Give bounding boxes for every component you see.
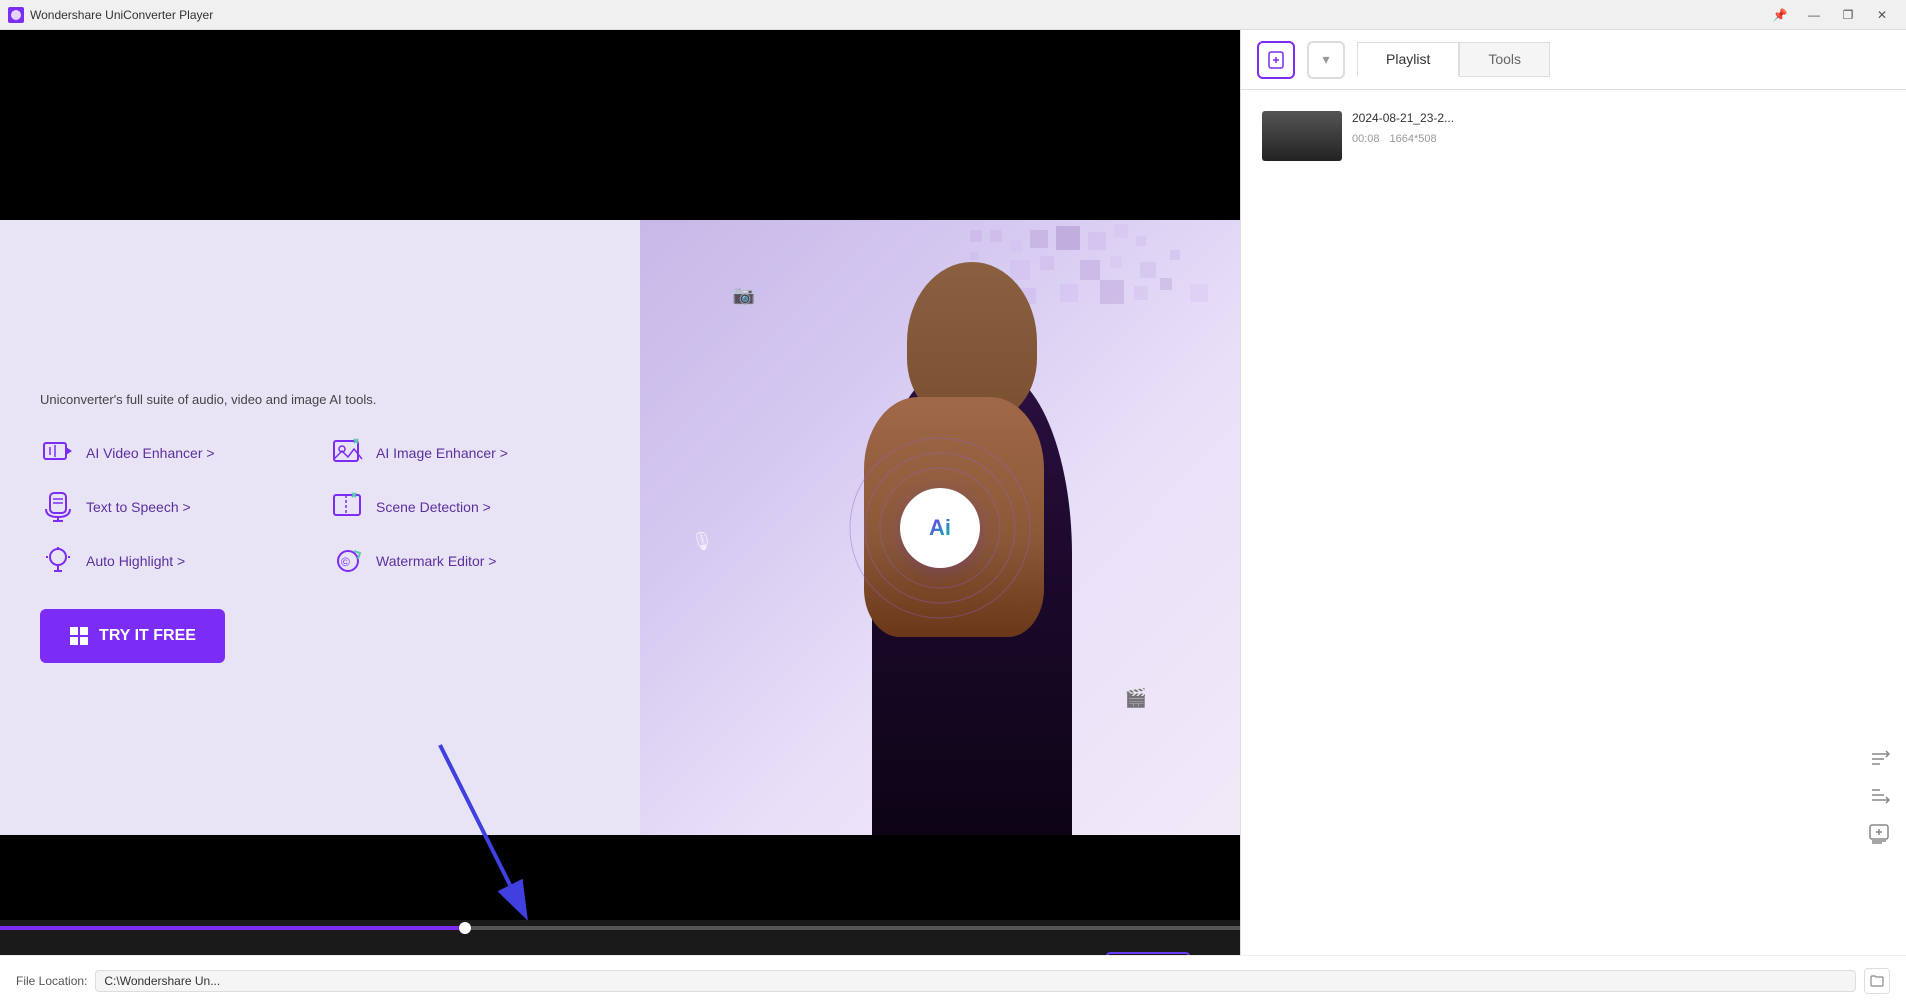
windows-icon (69, 626, 89, 646)
image-enhancer-icon (330, 435, 366, 471)
window-controls: 📌 — ❐ ✕ (1764, 4, 1898, 26)
folder-icon (1870, 974, 1884, 988)
title-bar: Wondershare UniConverter Player 📌 — ❐ ✕ (0, 0, 1906, 30)
ai-promo-subtitle: Uniconverter's full suite of audio, vide… (40, 392, 600, 407)
minimize-button[interactable]: — (1798, 4, 1830, 26)
file-location-value: C:\Wondershare Un... (95, 970, 1856, 992)
add-file-icon (1266, 50, 1286, 70)
progress-bar-track (0, 926, 1240, 930)
add-media-icon (1868, 823, 1890, 845)
add-media-button[interactable] (1868, 823, 1890, 845)
playlist-item-resolution: 1664*508 (1390, 133, 1437, 145)
right-panel-header: ▾ Playlist Tools (1241, 30, 1906, 90)
playlist-item-meta: 00:08 1664*508 (1352, 133, 1885, 145)
video-enhancer-icon (40, 435, 76, 471)
try-free-button[interactable]: TRY IT FREE (40, 609, 225, 663)
scene-detection-icon (330, 489, 366, 525)
image-enhancer-label: AI Image Enhancer > (376, 445, 508, 461)
video-top-region (0, 30, 1240, 220)
watermark-editor-label: Watermark Editor > (376, 553, 496, 569)
sort-asc-button[interactable] (1870, 749, 1890, 769)
file-location-browse-button[interactable] (1864, 968, 1890, 994)
app-title: Wondershare UniConverter Player (30, 8, 213, 22)
ai-promo-content: Uniconverter's full suite of audio, vide… (0, 220, 640, 835)
playlist-item-info: 2024-08-21_23-2... 00:08 1664*508 (1352, 111, 1885, 145)
add-file-button[interactable] (1257, 41, 1295, 79)
tab-playlist[interactable]: Playlist (1357, 42, 1459, 77)
right-panel-content: 2024-08-21_23-2... 00:08 1664*508 (1241, 90, 1906, 1005)
ai-logo-text: Ai (929, 515, 951, 541)
svg-text:©: © (341, 555, 350, 569)
progress-thumb (459, 922, 471, 934)
watermark-editor-icon: © (330, 543, 366, 579)
video-area: Uniconverter's full suite of audio, vide… (0, 30, 1240, 1005)
tab-tools[interactable]: Tools (1459, 42, 1550, 77)
title-bar-left: Wondershare UniConverter Player (8, 7, 213, 23)
playlist-item-name: 2024-08-21_23-2... (1352, 111, 1885, 127)
ai-promo-image: Ai (640, 220, 1240, 835)
progress-bar-container[interactable] (0, 920, 1240, 938)
playlist-item[interactable]: 2024-08-21_23-2... 00:08 1664*508 (1253, 102, 1894, 170)
ai-tool-image-enhancer[interactable]: AI Image Enhancer > (330, 435, 600, 471)
maximize-button[interactable]: ❐ (1832, 4, 1864, 26)
sort-desc-button[interactable] (1870, 785, 1890, 805)
ai-tool-auto-highlight[interactable]: Auto Highlight > (40, 543, 310, 579)
video-enhancer-label: AI Video Enhancer > (86, 445, 215, 461)
right-panel-footer: File Location: C:\Wondershare Un... (0, 955, 1906, 1005)
add-media-button-area (1868, 823, 1890, 845)
right-panel-tools (1870, 749, 1890, 805)
ai-tool-text-to-speech[interactable]: Text to Speech > (40, 489, 310, 525)
ai-tool-scene-detection[interactable]: Scene Detection > (330, 489, 600, 525)
dropdown-button[interactable]: ▾ (1307, 41, 1345, 79)
ai-logo-circle: Ai (900, 488, 980, 568)
ai-tool-watermark-editor[interactable]: © Watermark Editor > (330, 543, 600, 579)
scene-detection-label: Scene Detection > (376, 499, 491, 515)
ai-tool-video-enhancer[interactable]: AI Video Enhancer > (40, 435, 310, 471)
pin-button[interactable]: 📌 (1764, 4, 1796, 26)
header-tabs: Playlist Tools (1357, 42, 1890, 77)
text-to-speech-label: Text to Speech > (86, 499, 191, 515)
playlist-item-duration: 00:08 (1352, 133, 1380, 145)
right-panel: ▾ Playlist Tools 2024-08-21_23-2... 00:0… (1240, 30, 1906, 1005)
text-to-speech-icon (40, 489, 76, 525)
auto-highlight-label: Auto Highlight > (86, 553, 185, 569)
overlay-mic-icon: 🎙 (688, 528, 716, 556)
app-icon (8, 7, 24, 23)
main-container: Uniconverter's full suite of audio, vide… (0, 30, 1906, 1005)
ai-tools-grid: AI Video Enhancer > AI Image Enhancer > (40, 435, 600, 579)
sort-asc-icon (1870, 749, 1890, 769)
ai-promo-banner: Uniconverter's full suite of audio, vide… (0, 220, 1240, 835)
playlist-thumb-inner (1262, 111, 1342, 161)
close-button[interactable]: ✕ (1866, 4, 1898, 26)
playlist-thumbnail (1262, 111, 1342, 161)
auto-highlight-icon (40, 543, 76, 579)
file-location-label: File Location: (16, 974, 87, 988)
progress-bar-fill (0, 926, 465, 930)
overlay-camera-icon-1: 📷 (730, 282, 758, 310)
sort-desc-icon (1870, 785, 1890, 805)
try-free-label: TRY IT FREE (99, 627, 196, 645)
